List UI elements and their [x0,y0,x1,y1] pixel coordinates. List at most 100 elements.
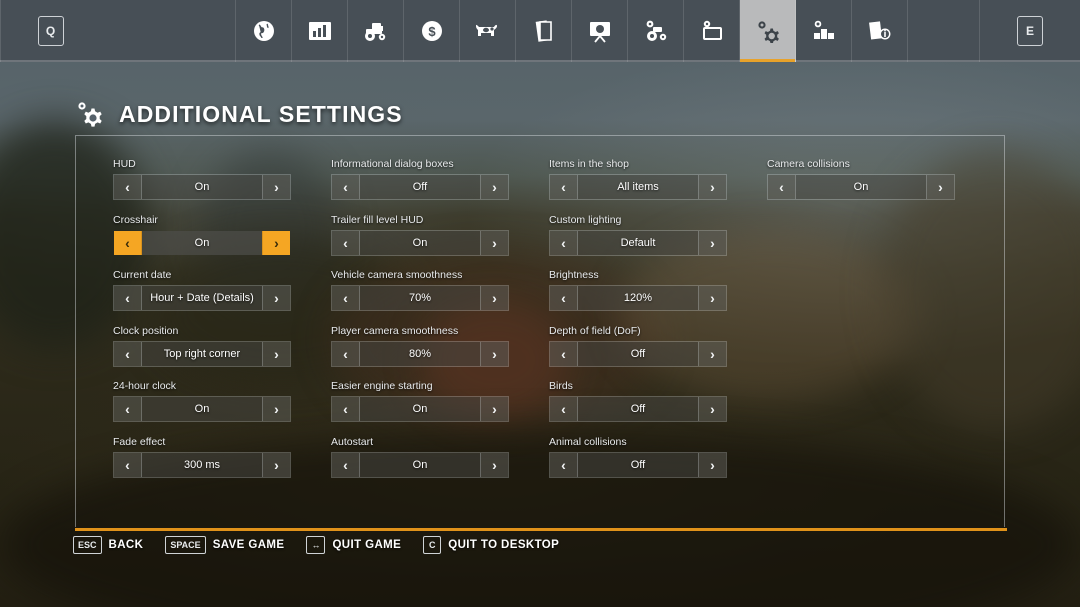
chevron-right-icon[interactable]: › [480,230,508,255]
chevron-left-icon[interactable]: ‹ [550,175,578,199]
nav-tab-vehicles[interactable] [348,0,404,62]
setting-value: On [796,175,926,199]
key-q-label: Q [37,16,64,46]
chevron-left-icon[interactable]: ‹ [332,175,360,199]
blocks-icon [812,20,836,42]
chevron-left-icon[interactable]: ‹ [114,341,142,366]
chevron-left-icon[interactable]: ‹ [550,397,578,421]
setting-control[interactable]: ‹ Off › [549,340,727,367]
chevron-left-icon[interactable]: ‹ [768,175,796,199]
setting-control[interactable]: ‹ All items › [549,174,727,200]
chevron-right-icon[interactable]: › [262,452,290,477]
setting-value: 300 ms [142,452,262,477]
setting-control[interactable]: ‹ On › [113,174,291,200]
chevron-left-icon[interactable]: ‹ [332,397,360,421]
chevron-right-icon[interactable]: › [698,397,726,421]
setting-control[interactable]: ‹ Off › [549,396,727,422]
chevron-right-icon[interactable]: › [698,341,726,366]
documents-icon [534,19,554,43]
nav-tab-contracts[interactable] [516,0,572,62]
chevron-right-icon[interactable]: › [480,341,508,366]
help-action-quit-game[interactable]: ↔ QUIT GAME [306,536,401,554]
chevron-left-icon[interactable]: ‹ [114,175,142,199]
nav-prev-page-key[interactable]: Q [0,0,100,62]
chevron-left-icon[interactable]: ‹ [550,286,578,310]
help-action-save-game[interactable]: SPACE SAVE GAME [165,536,284,554]
setting-control[interactable]: ‹ Top right corner › [113,340,291,367]
chevron-right-icon[interactable]: › [698,175,726,199]
setting-value: Off [360,175,480,199]
setting-control[interactable]: ‹ Off › [331,174,509,200]
setting-control[interactable]: ‹ Off › [549,451,727,478]
setting-value: On [142,397,262,421]
chevron-right-icon[interactable]: › [698,230,726,255]
chevron-right-icon[interactable]: › [926,175,954,199]
chevron-right-icon[interactable]: › [262,341,290,366]
setting-control[interactable]: ‹ On › [331,396,509,422]
gears-icon [755,19,781,43]
setting-control[interactable]: ‹ 120% › [549,285,727,311]
chevron-right-icon[interactable]: › [698,452,726,477]
setting-value: On [360,452,480,477]
help-action-quit-to-desktop[interactable]: C QUIT TO DESKTOP [423,536,559,554]
setting-clock-position: Clock position ‹ Top right corner › [113,325,291,367]
setting-control[interactable]: ‹ 80% › [331,340,509,367]
setting-items-in-the-shop: Items in the shop ‹ All items › [549,158,727,200]
nav-tab-game-settings[interactable] [628,0,684,62]
setting-animal-collisions: Animal collisions ‹ Off › [549,436,727,478]
nav-tab-animals[interactable] [460,0,516,62]
chevron-left-icon[interactable]: ‹ [114,397,142,421]
chevron-right-icon[interactable]: › [480,286,508,310]
chevron-right-icon[interactable]: › [480,397,508,421]
nav-next-page-key[interactable]: E [980,0,1080,62]
chevron-right-icon[interactable]: › [262,286,290,310]
setting-control[interactable]: ‹ On › [113,230,291,256]
setting-control[interactable]: ‹ 70% › [331,285,509,311]
setting-brightness: Brightness ‹ 120% › [549,269,727,311]
nav-tab-statistics[interactable] [292,0,348,62]
chevron-left-icon[interactable]: ‹ [114,286,142,310]
nav-tab-controls-settings[interactable] [796,0,852,62]
setting-value: 120% [578,286,698,310]
nav-tab-help[interactable] [852,0,908,62]
nav-tab-finances[interactable]: $ [404,0,460,62]
chevron-right-icon[interactable]: › [698,286,726,310]
chevron-right-icon[interactable]: › [480,452,508,477]
setting-control[interactable]: ‹ 300 ms › [113,451,291,478]
nav-tab-map[interactable] [236,0,292,62]
setting-control[interactable]: ‹ On › [113,396,291,422]
chevron-left-icon[interactable]: ‹ [550,341,578,366]
help-action-back[interactable]: ESC BACK [73,536,143,554]
page-title: ADDITIONAL SETTINGS [119,100,403,127]
chevron-right-icon[interactable]: › [262,230,290,255]
chevron-left-icon[interactable]: ‹ [332,286,360,310]
chevron-left-icon[interactable]: ‹ [332,341,360,366]
settings-column-3: Items in the shop ‹ All items › Custom l… [549,158,727,491]
key-tab-arrows-icon: ↔ [306,536,326,554]
chevron-left-icon[interactable]: ‹ [114,230,142,255]
setting-label: Camera collisions [767,158,850,170]
nav-tab-general-settings[interactable] [684,0,740,62]
setting-control[interactable]: ‹ On › [767,174,955,200]
setting-crosshair: Crosshair ‹ On › [113,214,291,256]
chevron-left-icon[interactable]: ‹ [114,452,142,477]
chevron-right-icon[interactable]: › [262,175,290,199]
setting-label: Fade effect [113,435,166,448]
settings-column-4: Camera collisions ‹ On › [767,158,955,491]
chevron-left-icon[interactable]: ‹ [332,452,360,477]
setting-value: Off [578,452,698,477]
nav-tab-production[interactable] [572,0,628,62]
setting-label: Animal collisions [549,435,627,448]
chevron-right-icon[interactable]: › [480,175,508,199]
nav-tab-additional-settings[interactable] [740,0,796,62]
setting-control[interactable]: ‹ On › [331,451,509,478]
nav-spacer-right [908,0,980,62]
setting-control[interactable]: ‹ Hour + Date (Details) › [113,285,291,311]
chevron-left-icon[interactable]: ‹ [332,230,360,255]
chevron-left-icon[interactable]: ‹ [550,452,578,477]
setting-control[interactable]: ‹ On › [331,229,509,256]
setting-control[interactable]: ‹ Default › [549,229,727,256]
chevron-right-icon[interactable]: › [262,397,290,421]
chevron-left-icon[interactable]: ‹ [550,230,578,255]
setting-label: Birds [549,380,573,392]
